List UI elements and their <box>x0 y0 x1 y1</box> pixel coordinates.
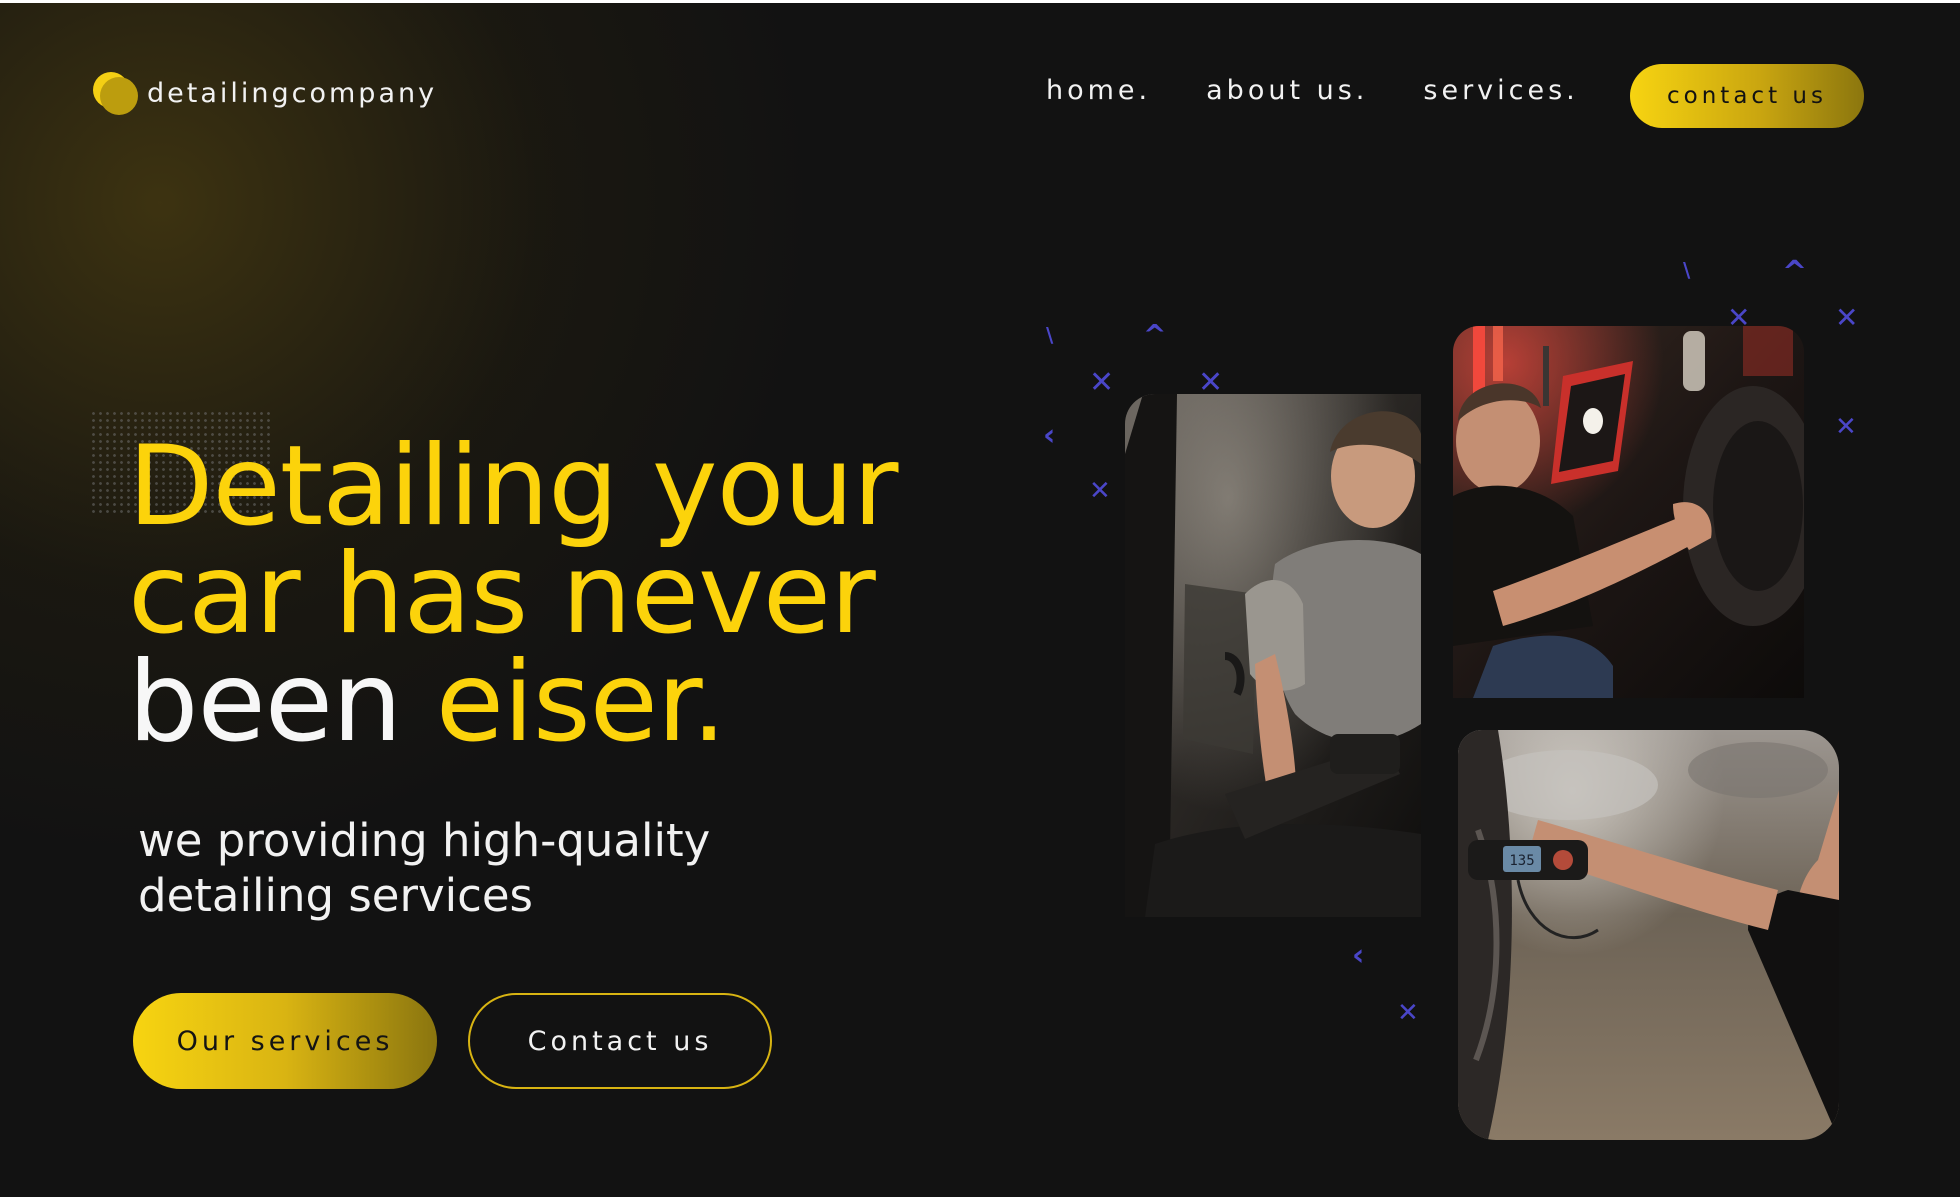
hero-subtitle-line-2: detailing services <box>138 869 534 922</box>
contact-us-button[interactable]: Contact us <box>468 993 772 1089</box>
hero-title-line-3: been eiser. <box>128 647 898 758</box>
photo-paint-gauge-image: 135 <box>1458 730 1839 1140</box>
hero-title-word-yellow: eiser. <box>435 638 727 767</box>
our-services-button[interactable]: Our services <box>133 993 437 1089</box>
deco-cross-icon: ✕ <box>1089 365 1115 400</box>
deco-chevron-up-icon: ^ <box>1143 318 1167 351</box>
photo-polishing-lamp <box>1453 326 1804 698</box>
hero-subtitle: we providing high-quality detailing serv… <box>138 813 710 923</box>
logo-circles-icon <box>93 70 139 116</box>
nav-about-link[interactable]: about us. <box>1206 75 1368 106</box>
hero-subtitle-line-1: we providing high-quality <box>138 814 711 867</box>
deco-chevron-left-icon: ‹ <box>1352 938 1365 973</box>
hero-title-word-white: been <box>128 638 402 767</box>
hero-title-line-2: car has never <box>128 530 876 659</box>
gauge-readout: 135 <box>1509 853 1534 869</box>
deco-chevron-left-icon: ‹ <box>1043 418 1056 453</box>
logo[interactable]: detailingcompany <box>93 70 437 116</box>
deco-cross-icon: ✕ <box>1835 301 1859 334</box>
deco-cross-icon: ✕ <box>1397 998 1419 1028</box>
photo-interior-cleaning <box>1125 394 1421 917</box>
photo-interior-cleaning-image <box>1125 394 1421 917</box>
photo-polishing-lamp-image <box>1453 326 1804 698</box>
logo-text: detailingcompany <box>147 77 438 109</box>
hero-title: Detailing your car has never been eiser. <box>128 422 899 758</box>
landing-page: detailingcompany home. about us. service… <box>0 3 1960 1197</box>
nav-home-link[interactable]: home. <box>1046 75 1151 106</box>
deco-chevron-up-icon: ^ <box>1782 255 1808 290</box>
deco-slash-icon: \ <box>1683 258 1691 282</box>
main-nav: home. about us. services. <box>1046 75 1579 106</box>
nav-services-link[interactable]: services. <box>1423 75 1578 106</box>
deco-cross-icon: ✕ <box>1835 412 1857 442</box>
deco-slash-icon: \ <box>1046 323 1054 347</box>
hero-title-line-1: Detailing your <box>128 422 899 551</box>
photo-paint-gauge: 135 <box>1458 730 1839 1140</box>
deco-cross-icon: ✕ <box>1089 476 1111 506</box>
header-contact-button[interactable]: contact us <box>1630 64 1864 128</box>
